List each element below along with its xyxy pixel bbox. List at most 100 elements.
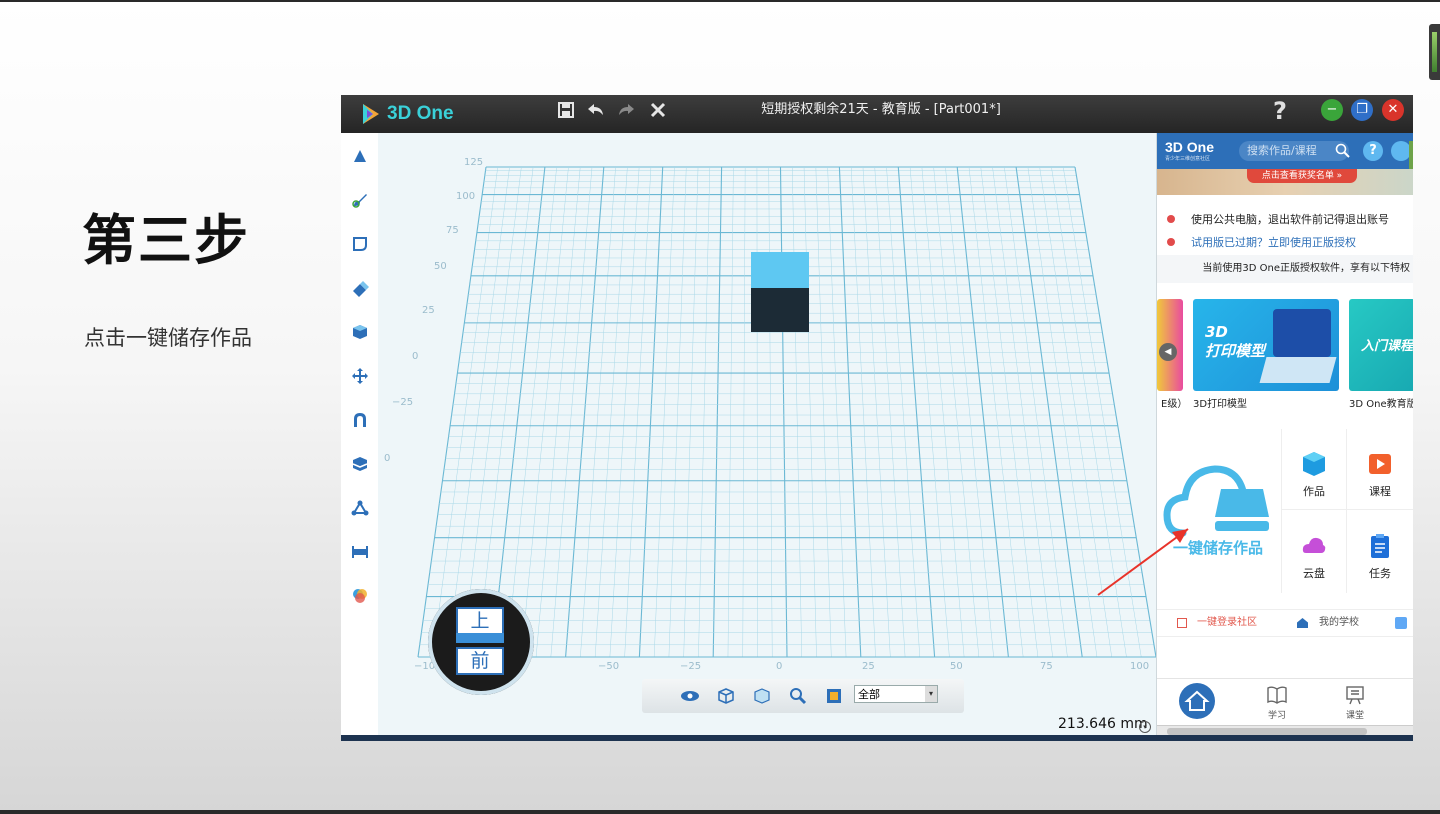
- panel-logo-subtitle: 青少年三维创意社区: [1165, 156, 1211, 162]
- edge-handle[interactable]: [1429, 24, 1440, 80]
- course-card-intro[interactable]: 入门课程: [1349, 299, 1413, 391]
- grid-line: [768, 166, 773, 658]
- save-icon[interactable]: [553, 99, 579, 125]
- redo-icon[interactable]: [613, 99, 639, 125]
- grid-line: [1004, 166, 1068, 658]
- logo-icon: [363, 104, 379, 124]
- view-front-face[interactable]: 前: [456, 647, 504, 675]
- tile-cloud-disk[interactable]: 云盘: [1282, 511, 1346, 591]
- color-palette-icon[interactable]: [349, 585, 371, 607]
- 3d-viewport[interactable]: 1251007550250−250−10−50−250255075100 ▶ 上…: [378, 133, 1192, 741]
- zoom-dropdown-icon[interactable]: ▾: [1139, 721, 1151, 733]
- os-taskbar: [341, 735, 1413, 741]
- brush-tool-icon[interactable]: [349, 189, 371, 211]
- combine-icon[interactable]: [349, 453, 371, 475]
- notice-link-text[interactable]: 试用版已过期？立即使用正版授权: [1191, 234, 1356, 250]
- close-button[interactable]: ✕: [1382, 99, 1404, 121]
- grid-line: [476, 166, 534, 658]
- draw-curve-icon[interactable]: [349, 233, 371, 255]
- grid-line: [874, 166, 906, 658]
- eraser-tool-icon[interactable]: [349, 277, 371, 299]
- more-icon[interactable]: [1395, 617, 1407, 629]
- help-icon[interactable]: ?: [1273, 97, 1287, 125]
- eye-icon[interactable]: [680, 686, 700, 706]
- task-clipboard-icon: [1368, 533, 1392, 559]
- grid-line: [968, 166, 1024, 658]
- model-cube-face[interactable]: [751, 252, 809, 288]
- view-navigation-cube[interactable]: 上 前: [428, 589, 534, 695]
- panel-logo: 3D One 青少年三维创意社区: [1165, 139, 1214, 162]
- grid-axis-label: 50: [950, 661, 963, 672]
- panel-logo-text: 3D One: [1165, 139, 1215, 155]
- notice-dot: [1167, 238, 1175, 246]
- wireframe-cube-icon[interactable]: [716, 686, 736, 706]
- grid-axis-label: 50: [434, 261, 447, 272]
- view-bottom-bar: 全部 ▾: [642, 679, 964, 713]
- array-icon[interactable]: [349, 497, 371, 519]
- grid-line: [521, 166, 569, 658]
- grid-axis-label: 75: [446, 225, 459, 236]
- nav-classroom[interactable]: 课堂: [1335, 685, 1375, 721]
- grid-axis-label: −25: [680, 661, 701, 672]
- one-click-save-label[interactable]: 一键储存作品: [1173, 537, 1263, 558]
- grid-line: [956, 166, 1009, 658]
- tile-course[interactable]: 课程: [1348, 429, 1412, 509]
- nav-study[interactable]: 学习: [1257, 685, 1297, 721]
- tile-label: 课程: [1369, 485, 1391, 498]
- filter-select[interactable]: 全部 ▾: [854, 685, 938, 703]
- model-cube-face[interactable]: [751, 288, 809, 332]
- grid-line: [933, 166, 980, 658]
- grid-line: [1039, 166, 1112, 658]
- tile-works[interactable]: 作品: [1282, 429, 1346, 509]
- search-input[interactable]: 搜索作品/课程: [1239, 141, 1349, 161]
- one-click-save-button[interactable]: 一键储存作品: [1157, 429, 1281, 593]
- magnet-icon[interactable]: [349, 409, 371, 431]
- zoom-readout: 213.646 mm: [1058, 716, 1148, 732]
- bottom-border: [0, 810, 1440, 814]
- filter-select-value: 全部: [858, 688, 880, 701]
- carousel-prev-button[interactable]: ◀: [1159, 343, 1177, 361]
- tile-label: 任务: [1369, 567, 1391, 580]
- close-x-icon[interactable]: [645, 99, 671, 125]
- cube-solid-icon[interactable]: [349, 321, 371, 343]
- home-button[interactable]: [1179, 683, 1215, 719]
- scrollbar-thumb[interactable]: [1167, 728, 1367, 735]
- search-icon[interactable]: [1335, 143, 1351, 159]
- grid-line: [803, 166, 817, 658]
- top-border: [0, 0, 1440, 2]
- panel-help-icon[interactable]: ?: [1363, 141, 1383, 161]
- grid-line: [432, 166, 499, 658]
- grid-line: [815, 166, 832, 658]
- move-arrows-icon[interactable]: [349, 365, 371, 387]
- tile-label: 云盘: [1303, 567, 1325, 580]
- shaded-cube-icon[interactable]: [752, 686, 772, 706]
- step-title: 第三步: [82, 209, 250, 272]
- grid-line: [945, 166, 994, 658]
- grid-line: [886, 166, 921, 658]
- cloud-disk-icon: [1302, 533, 1326, 559]
- grid-line: [980, 166, 1039, 658]
- my-school-link[interactable]: 我的学校: [1319, 610, 1359, 636]
- grid-line: [417, 166, 487, 658]
- notice-trial-expired[interactable]: 试用版已过期？立即使用正版授权: [1167, 234, 1356, 250]
- grid-line: [850, 166, 876, 658]
- course-card-3d-print[interactable]: 3D 打印模型: [1193, 299, 1339, 391]
- panel-header: 3D One 青少年三维创意社区 搜索作品/课程 ?: [1157, 133, 1413, 179]
- render-mode-icon[interactable]: [824, 686, 844, 706]
- undo-icon[interactable]: [583, 99, 609, 125]
- tile-task[interactable]: 任务: [1348, 511, 1412, 591]
- works-cube-icon: [1302, 451, 1326, 477]
- grid-line: [897, 166, 936, 658]
- measure-icon[interactable]: [349, 541, 371, 563]
- sketch-tool-icon[interactable]: [349, 145, 371, 167]
- banner-button[interactable]: 点击查看获奖名单 »: [1247, 169, 1357, 183]
- promo-banner[interactable]: 点击查看获奖名单 »: [1157, 169, 1413, 195]
- message-icon[interactable]: [1391, 141, 1411, 161]
- view-top-face[interactable]: 上: [456, 607, 504, 635]
- login-community-link[interactable]: 一键登录社区: [1197, 610, 1257, 636]
- zoom-icon[interactable]: [788, 686, 808, 706]
- minimize-button[interactable]: −: [1321, 99, 1343, 121]
- maximize-button[interactable]: ❐: [1351, 99, 1373, 121]
- grid-line: [1015, 166, 1083, 658]
- chevron-down-icon[interactable]: ▾: [925, 686, 937, 702]
